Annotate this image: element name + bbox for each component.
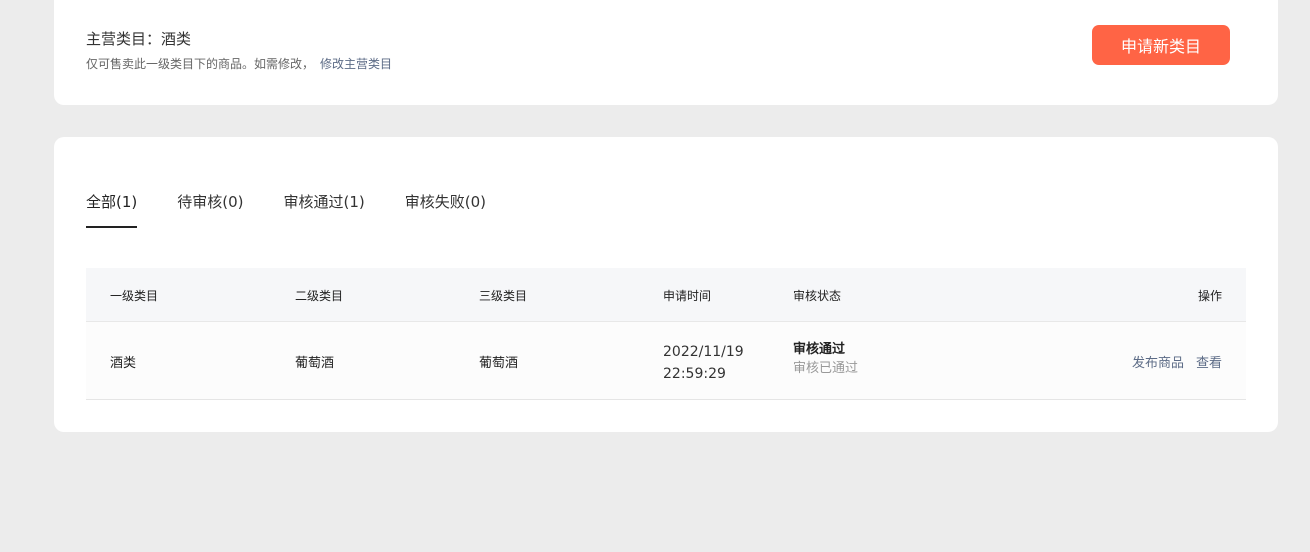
column-header-level2: 二级类目 — [295, 289, 344, 303]
cell-actions: 发布商品 查看 — [1120, 352, 1222, 371]
hint-text: 仅可售卖此一级类目下的商品。如需修改， — [86, 57, 315, 71]
cell-level2: 葡萄酒 — [295, 356, 335, 371]
modify-main-category-link[interactable]: 修改主营类目 — [320, 57, 392, 71]
main-category-hint: 仅可售卖此一级类目下的商品。如需修改， 修改主营类目 — [86, 55, 392, 72]
status-tabs: 全部(1) 待审核(0) 审核通过(1) 审核失败(0) — [86, 191, 526, 228]
main-category-card: 主营类目：酒类 仅可售卖此一级类目下的商品。如需修改， 修改主营类目 申请新类目 — [54, 0, 1278, 105]
column-header-level3: 三级类目 — [479, 289, 528, 303]
cell-level3: 葡萄酒 — [479, 356, 519, 371]
column-header-actions: 操作 — [1197, 289, 1222, 303]
table-row: 酒类 葡萄酒 葡萄酒 2022/11/19 22:59:29 审核通过 审核已通… — [86, 322, 1246, 400]
apply-time: 22:59:29 — [663, 366, 726, 382]
category-list-card: 全部(1) 待审核(0) 审核通过(1) 审核失败(0) 一级类目 二级类目 三… — [54, 137, 1278, 432]
view-link[interactable]: 查看 — [1196, 356, 1222, 371]
column-header-apply-time: 申请时间 — [663, 289, 712, 303]
cell-apply-time: 2022/11/19 22:59:29 — [663, 341, 744, 385]
apply-new-category-button[interactable]: 申请新类目 — [1092, 25, 1230, 65]
tab-all[interactable]: 全部(1) — [86, 191, 138, 228]
category-table: 一级类目 二级类目 三级类目 申请时间 审核状态 操作 酒类 葡萄酒 葡萄酒 2… — [86, 268, 1246, 400]
status-detail: 审核已通过 — [793, 361, 859, 376]
main-category-label: 主营类目：酒类 — [86, 30, 192, 48]
table-header: 一级类目 二级类目 三级类目 申请时间 审核状态 操作 — [86, 268, 1246, 322]
tab-rejected[interactable]: 审核失败(0) — [405, 191, 486, 228]
tab-pending[interactable]: 待审核(0) — [177, 191, 243, 228]
column-header-level1: 一级类目 — [110, 289, 159, 303]
status-label: 审核通过 — [793, 342, 846, 357]
publish-product-link[interactable]: 发布商品 — [1132, 356, 1184, 371]
apply-date: 2022/11/19 — [663, 344, 744, 360]
tab-approved[interactable]: 审核通过(1) — [284, 191, 365, 228]
cell-level1: 酒类 — [110, 356, 137, 371]
cell-status: 审核通过 审核已通过 — [793, 341, 858, 379]
column-header-status: 审核状态 — [793, 289, 842, 303]
